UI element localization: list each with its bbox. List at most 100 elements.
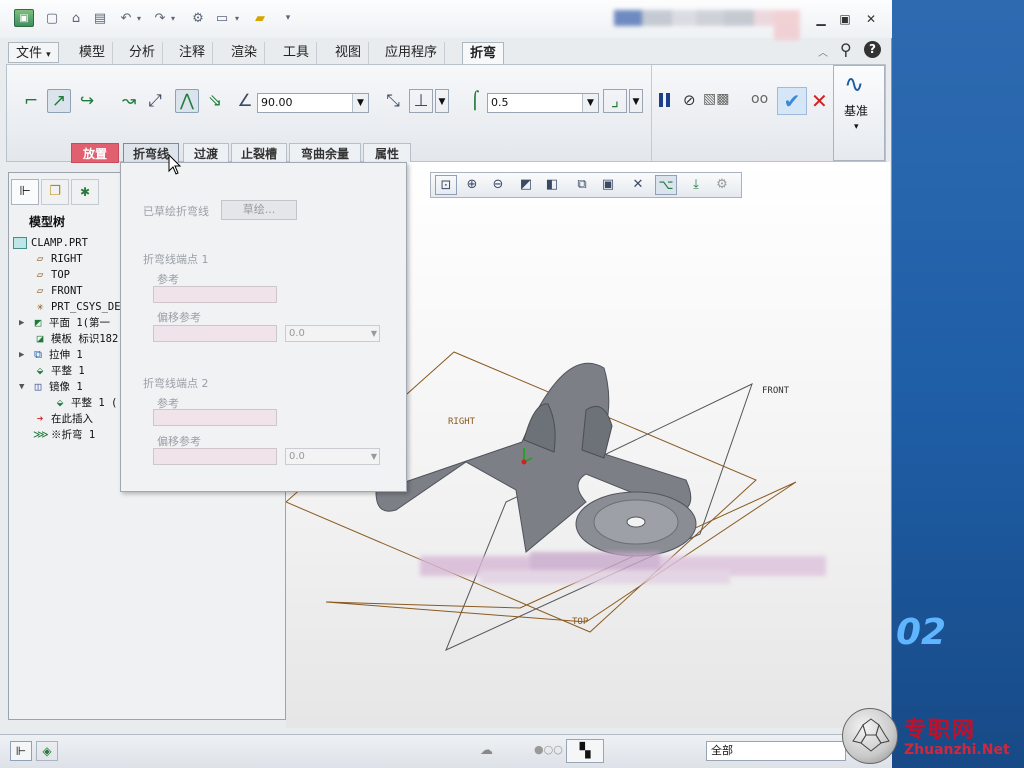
offset-reference-2-field[interactable] bbox=[153, 448, 277, 465]
zoom-out-icon[interactable]: ⊖ bbox=[487, 175, 509, 195]
tree-item-extrude[interactable]: ▶ ⧉ 拉伸 1 bbox=[19, 347, 83, 363]
search-icon[interactable]: ⚲ bbox=[840, 40, 852, 59]
radius-dimension-icon[interactable]: ⌟ bbox=[603, 89, 627, 113]
model-tree-tab-icon[interactable]: ⊩ bbox=[11, 179, 39, 205]
tree-item-mirror-flatten[interactable]: ⬙ 平整 1 ( bbox=[53, 395, 118, 411]
help-icon[interactable]: ? bbox=[864, 41, 881, 58]
tree-item-insert-here[interactable]: ➔ 在此插入 bbox=[33, 411, 93, 427]
subtab-properties[interactable]: 属性 bbox=[363, 143, 411, 163]
undo-icon[interactable]: ↶ bbox=[116, 9, 136, 27]
tree-item-mirror[interactable]: ▼ ◫ 镜像 1 bbox=[19, 379, 83, 395]
datum-planes-display-icon[interactable]: ✕ bbox=[627, 175, 649, 195]
chevron-down-icon[interactable]: ▼ bbox=[582, 94, 598, 112]
zoom-in-icon[interactable]: ⊕ bbox=[461, 175, 483, 195]
bend-radius-type-icon[interactable]: ⇘ bbox=[203, 89, 227, 113]
csys-display-icon[interactable]: ⚙ bbox=[711, 175, 733, 195]
tab-view[interactable]: 视图 bbox=[328, 42, 370, 64]
app-icon[interactable]: ▣ bbox=[14, 9, 34, 27]
tree-item-bend[interactable]: ⋙ ※折弯 1 bbox=[33, 427, 95, 443]
roll-bend-icon[interactable]: ↪ bbox=[75, 89, 99, 113]
offset-2-combo[interactable]: 0.0 ▼ bbox=[285, 448, 380, 465]
bend-to-edge-icon[interactable]: ⌐ bbox=[19, 89, 43, 113]
tab-render[interactable]: 渲染 bbox=[224, 42, 266, 64]
tab-model[interactable]: 模型 bbox=[72, 42, 114, 64]
offset-reference-1-field[interactable] bbox=[153, 325, 277, 342]
find-icon[interactable]: ▚ bbox=[566, 739, 604, 763]
minimize-button[interactable]: ▁ bbox=[810, 10, 832, 28]
chevron-down-icon[interactable]: ▼ bbox=[371, 449, 377, 464]
flip-direction-icon[interactable]: ⤢ bbox=[143, 89, 167, 113]
repaint-icon[interactable]: ◩ bbox=[515, 175, 537, 195]
save-icon[interactable]: ▤ bbox=[90, 9, 110, 27]
redo-icon[interactable]: ↷ bbox=[150, 9, 170, 27]
new-icon[interactable]: ▢ bbox=[42, 9, 62, 27]
maximize-button[interactable]: ▣ bbox=[834, 10, 856, 28]
tab-annotate[interactable]: 注释 bbox=[172, 42, 214, 64]
angle-combo[interactable]: 90.00 ▼ bbox=[257, 93, 369, 113]
open-icon[interactable]: ⌂ bbox=[66, 9, 86, 27]
tab-bend[interactable]: 折弯 bbox=[462, 42, 505, 65]
tree-item-template[interactable]: ◪ 模板 标识182 bbox=[33, 331, 119, 347]
chevron-down-icon[interactable]: ▼ bbox=[352, 94, 368, 112]
datum-axes-display-icon[interactable]: ⌥ bbox=[655, 175, 677, 195]
cancel-button[interactable]: ✕ bbox=[811, 89, 828, 113]
layer-tree-tab-icon[interactable]: ❐ bbox=[41, 179, 69, 205]
accept-button[interactable]: ✔ bbox=[777, 87, 807, 115]
view-manager-icon[interactable]: ▣ bbox=[597, 175, 619, 195]
chevron-down-icon[interactable]: ▼ bbox=[435, 89, 449, 113]
bend-on-line-icon[interactable]: ↗ bbox=[47, 89, 71, 113]
redo-dropdown-icon[interactable]: ▾ bbox=[168, 9, 178, 27]
subtab-placement[interactable]: 放置 bbox=[71, 143, 119, 163]
folder-icon[interactable]: ▰ bbox=[250, 9, 270, 27]
tree-item-right[interactable]: ▱ RIGHT bbox=[33, 251, 83, 267]
bend-angle-icon[interactable]: ⋀ bbox=[175, 89, 199, 113]
offset-1-combo[interactable]: 0.0 ▼ bbox=[285, 325, 380, 342]
file-menu-button[interactable]: 文件 ▾ bbox=[8, 42, 59, 63]
customize-toolbar-icon[interactable]: ▾ bbox=[278, 9, 298, 27]
graphics-toolbar-icon[interactable]: ☁ bbox=[480, 743, 493, 758]
pause-icon[interactable] bbox=[659, 93, 673, 111]
tree-item-front[interactable]: ▱ FRONT bbox=[33, 283, 83, 299]
tree-item-clamp[interactable]: CLAMP.PRT bbox=[13, 235, 88, 251]
sketch-button[interactable]: 草绘... bbox=[221, 200, 297, 220]
tree-item-flatten[interactable]: ⬙ 平整 1 bbox=[33, 363, 85, 379]
radius-icon[interactable]: ⌠ bbox=[463, 89, 487, 113]
windows-dropdown-icon[interactable]: ▾ bbox=[232, 9, 242, 27]
subtab-transition[interactable]: 过渡 bbox=[183, 143, 229, 163]
datum-points-display-icon[interactable]: ⤓ bbox=[685, 175, 707, 195]
tab-tools[interactable]: 工具 bbox=[276, 42, 318, 64]
favorites-tab-icon[interactable]: ✱ bbox=[71, 179, 99, 205]
refit-icon[interactable]: ⊡ bbox=[435, 175, 457, 195]
undo-dropdown-icon[interactable]: ▾ bbox=[134, 9, 144, 27]
show-navigator-icon[interactable]: ⊩ bbox=[10, 741, 32, 761]
subtab-bend-allowance[interactable]: 弯曲余量 bbox=[289, 143, 361, 163]
selection-filter[interactable]: 全部 bbox=[706, 741, 846, 761]
verify-icon[interactable]: ▧▩ bbox=[703, 91, 729, 107]
datum-button[interactable]: ∿ 基准 ▾ bbox=[833, 65, 885, 161]
reference-2-field[interactable] bbox=[153, 409, 277, 426]
reference-1-field[interactable] bbox=[153, 286, 277, 303]
expand-arrow-icon[interactable]: ▶ bbox=[19, 315, 31, 331]
preview-glasses-icon[interactable]: oo bbox=[751, 91, 768, 107]
close-window-button[interactable]: ✕ bbox=[860, 10, 882, 28]
expand-arrow-icon[interactable]: ▼ bbox=[19, 379, 31, 395]
tree-item-top[interactable]: ▱ TOP bbox=[33, 267, 70, 283]
angle-icon[interactable]: ∠ bbox=[233, 89, 257, 113]
no-preview-icon[interactable]: ⊘ bbox=[683, 91, 696, 109]
radius-combo[interactable]: 0.5 ▼ bbox=[487, 93, 599, 113]
regenerate-icon[interactable]: ⚙ bbox=[188, 9, 208, 27]
expand-arrow-icon[interactable]: ▶ bbox=[19, 347, 31, 363]
flip-angle-icon[interactable]: ⤡ bbox=[381, 89, 405, 113]
collapse-ribbon-icon[interactable]: ︿ bbox=[818, 44, 828, 59]
show-browser-icon[interactable]: ◈ bbox=[36, 741, 58, 761]
chevron-down-icon[interactable]: ▼ bbox=[371, 326, 377, 341]
windows-icon[interactable]: ▭ bbox=[212, 9, 232, 27]
tree-item-csys[interactable]: ✳ PRT_CSYS_DEF bbox=[33, 299, 127, 315]
tab-analysis[interactable]: 分析 bbox=[122, 42, 164, 64]
bend-type-icon[interactable]: ↝ bbox=[117, 89, 141, 113]
chevron-down-icon[interactable]: ▼ bbox=[629, 89, 643, 113]
tree-item-flat-wall[interactable]: ▶ ◩ 平面 1(第一 bbox=[19, 315, 110, 331]
tab-applications[interactable]: 应用程序 bbox=[378, 42, 446, 64]
display-style-icon[interactable]: ◧ bbox=[541, 175, 563, 195]
subtab-relief[interactable]: 止裂槽 bbox=[231, 143, 287, 163]
